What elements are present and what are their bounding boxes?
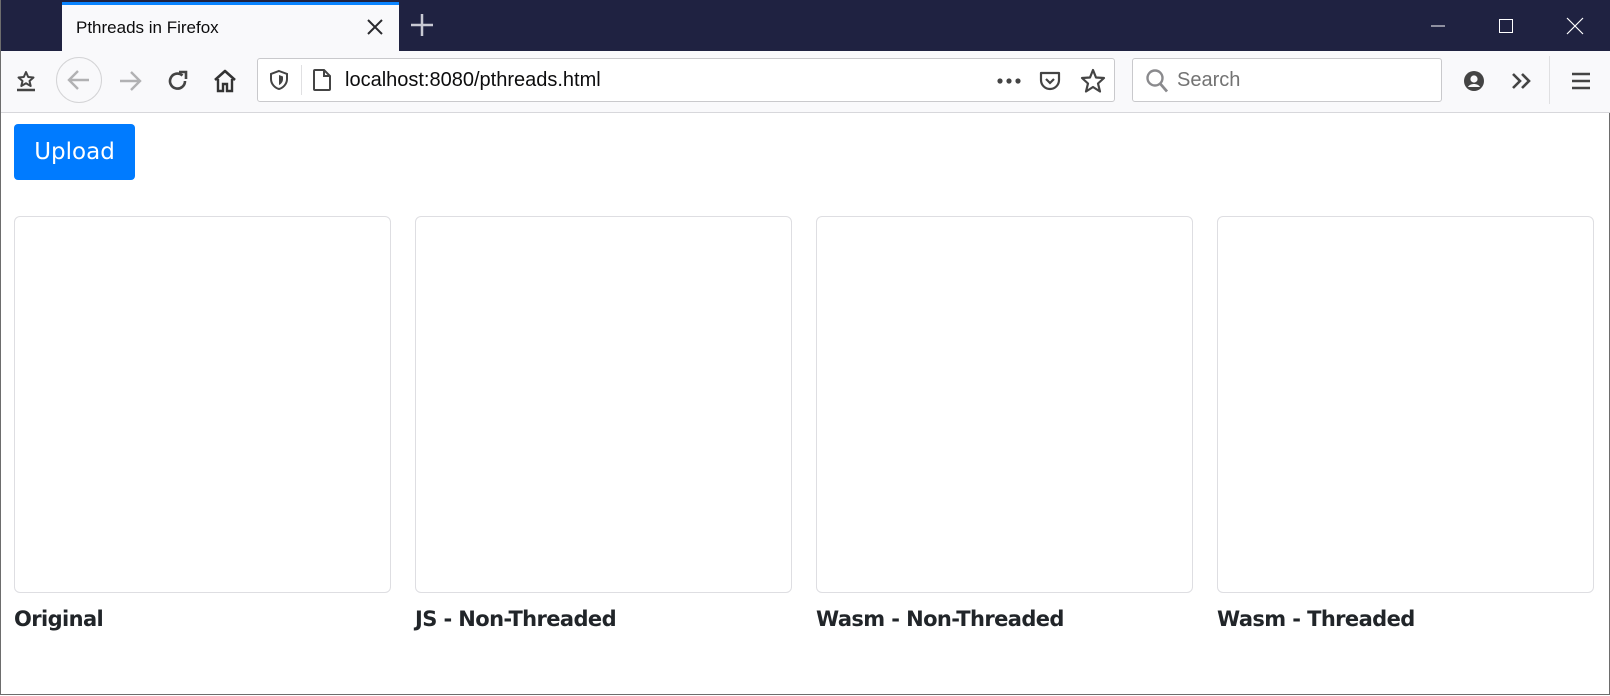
- close-tab-icon[interactable]: [365, 17, 385, 37]
- bookmark-star-icon[interactable]: [1080, 68, 1106, 94]
- forward-button[interactable]: [108, 59, 152, 103]
- new-tab-icon[interactable]: [409, 12, 435, 38]
- panel-label: Wasm - Non-Threaded: [816, 607, 1064, 631]
- account-icon[interactable]: [1452, 59, 1496, 103]
- search-input[interactable]: [1177, 67, 1427, 93]
- page-icon[interactable]: [311, 68, 333, 92]
- title-bar: Pthreads in Firefox: [1, 0, 1610, 51]
- address-bar[interactable]: localhost:8080/pthreads.html: [257, 58, 1115, 102]
- image-panel-js-non-threaded: [415, 216, 792, 593]
- url-text[interactable]: localhost:8080/pthreads.html: [345, 69, 601, 92]
- page-content: Upload Original JS - Non-Threaded Wasm -…: [1, 113, 1609, 694]
- panel-label: JS - Non-Threaded: [415, 607, 617, 631]
- close-window-icon[interactable]: [1541, 0, 1609, 51]
- image-panel-wasm-non-threaded: [816, 216, 1193, 593]
- hamburger-menu-icon[interactable]: [1559, 59, 1603, 103]
- tab-pthreads[interactable]: Pthreads in Firefox: [62, 2, 399, 51]
- panel-label: Wasm - Threaded: [1217, 607, 1415, 631]
- image-panel-original: [14, 216, 391, 593]
- back-button[interactable]: [56, 57, 102, 103]
- navigation-toolbar: localhost:8080/pthreads.html: [1, 51, 1610, 113]
- maximize-icon[interactable]: [1472, 0, 1540, 51]
- upload-button[interactable]: Upload: [14, 124, 135, 180]
- search-icon: [1145, 68, 1169, 94]
- minimize-icon[interactable]: [1404, 0, 1472, 51]
- overflow-chevron-icon[interactable]: [1499, 59, 1543, 103]
- pocket-icon[interactable]: [1038, 69, 1062, 93]
- library-icon[interactable]: [4, 59, 48, 103]
- search-bar[interactable]: [1132, 58, 1442, 102]
- divider: [301, 65, 302, 95]
- tab-title: Pthreads in Firefox: [76, 18, 219, 37]
- image-panel-wasm-threaded: [1217, 216, 1594, 593]
- shield-icon[interactable]: [268, 69, 290, 91]
- divider: [1549, 56, 1550, 104]
- panel-label: Original: [14, 607, 104, 631]
- home-icon[interactable]: [203, 59, 247, 103]
- page-actions-icon[interactable]: [996, 71, 1022, 91]
- browser-window: Pthreads in Firefox localhost:8080/pthre…: [0, 0, 1610, 695]
- reload-icon[interactable]: [156, 59, 200, 103]
